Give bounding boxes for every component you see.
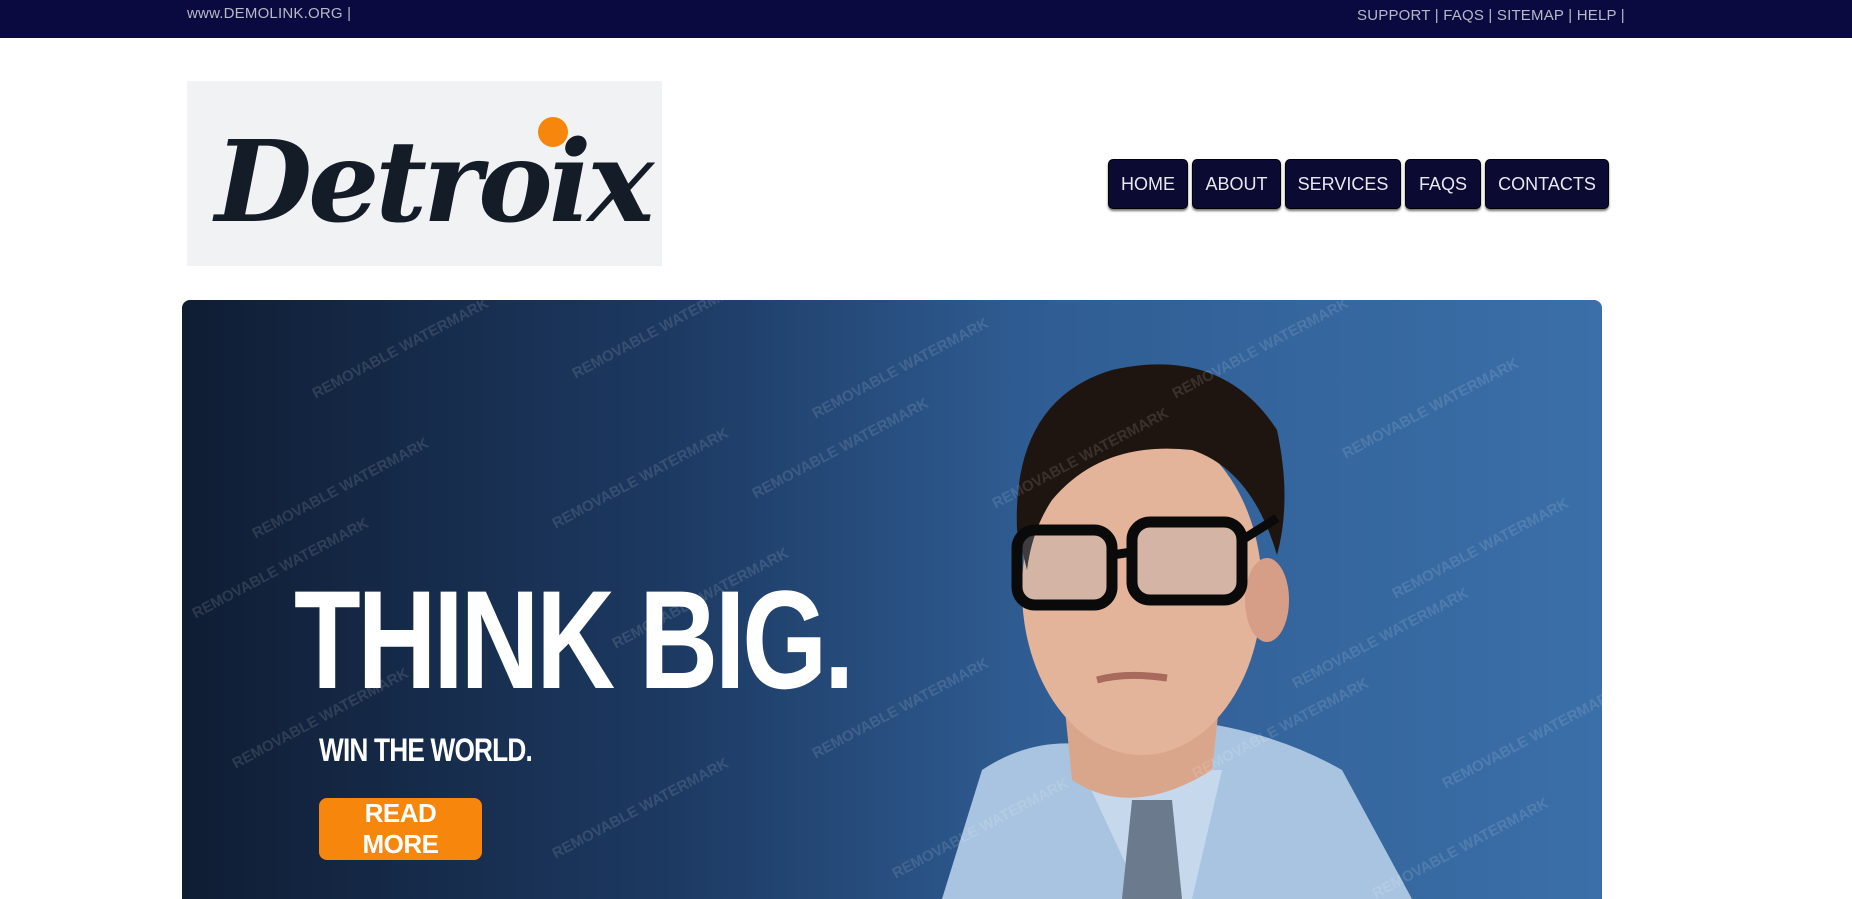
help-link[interactable]: HELP | — [1577, 7, 1625, 24]
faqs-link[interactable]: FAQS | — [1443, 7, 1492, 24]
logo-dot — [538, 117, 568, 147]
sitemap-link[interactable]: SITEMAP | — [1497, 7, 1572, 24]
hero-subtitle: WIN THE WORLD. — [319, 732, 533, 768]
hero-title: THINK BIG. — [294, 561, 854, 718]
nav-home[interactable]: HOME — [1108, 159, 1188, 209]
nav-services[interactable]: SERVICES — [1285, 159, 1401, 209]
support-link[interactable]: SUPPORT | — [1357, 7, 1439, 24]
nav-contacts[interactable]: CONTACTS — [1485, 159, 1609, 209]
hero-banner: REMOVABLE WATERMARK REMOVABLE WATERMARK … — [182, 300, 1602, 899]
read-more-button[interactable]: READ MORE — [319, 798, 482, 860]
main-nav: HOME ABOUT SERVICES FAQS CONTACTS — [1108, 159, 1609, 209]
top-bar: www.DEMOLINK.ORG | SUPPORT | FAQS | SITE… — [0, 0, 1852, 38]
site-logo[interactable]: Detroix — [187, 81, 662, 266]
nav-faqs[interactable]: FAQS — [1405, 159, 1481, 209]
domain-text: www.DEMOLINK.ORG | — [187, 5, 352, 22]
logo-image: Detroix — [212, 117, 659, 248]
nav-about[interactable]: ABOUT — [1192, 159, 1281, 209]
utility-links: SUPPORT | FAQS | SITEMAP | HELP | — [1357, 7, 1625, 24]
logo-text: Detroix — [212, 117, 655, 248]
